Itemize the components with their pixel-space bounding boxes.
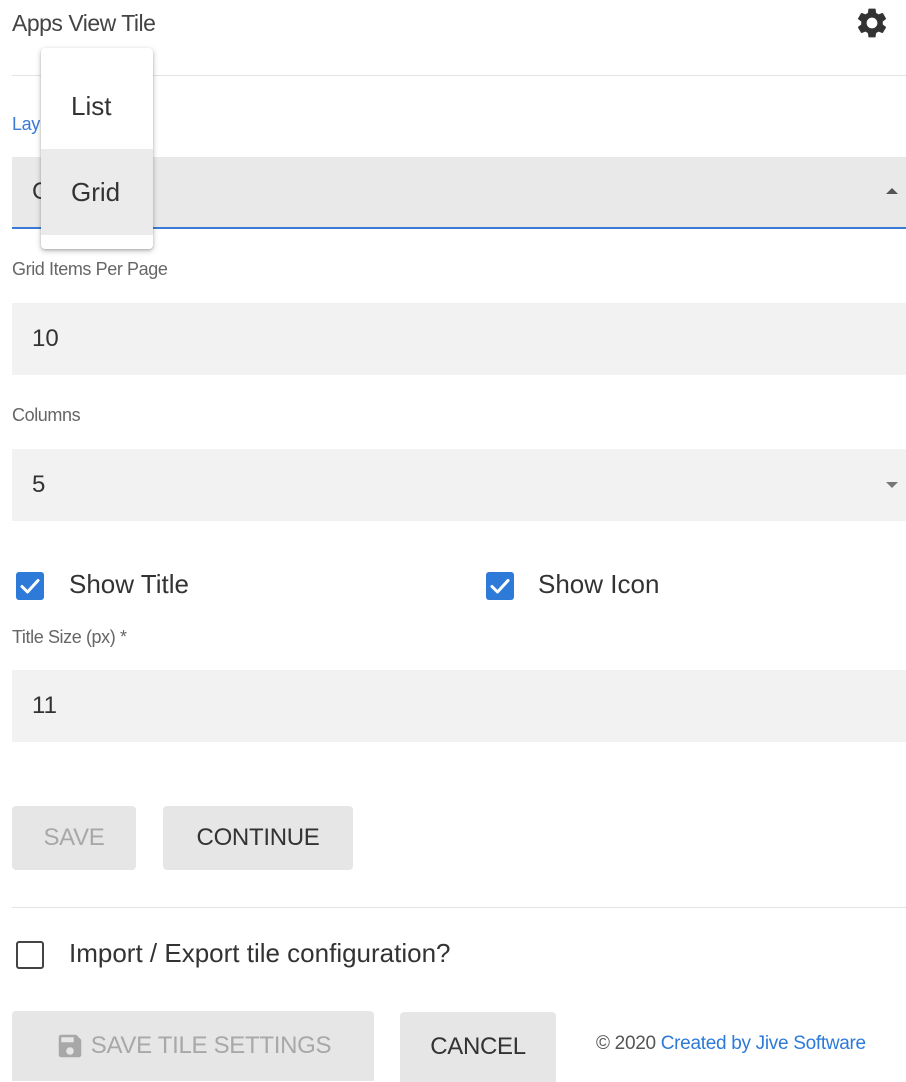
- layout-option-grid[interactable]: Grid: [41, 149, 153, 235]
- footer-credits: © 2020 Created by Jive Software: [596, 1033, 866, 1055]
- floppy-disk-icon: [58, 1034, 82, 1058]
- jive-software-link[interactable]: Created by Jive Software: [661, 1033, 866, 1054]
- check-icon: [490, 579, 510, 594]
- grid-items-value: 10: [32, 325, 59, 352]
- columns-label: Columns: [12, 405, 81, 425]
- save-tile-settings-button[interactable]: SAVE TILE SETTINGS: [12, 1011, 374, 1081]
- grid-items-label: Grid Items Per Page: [12, 259, 168, 279]
- page-title: Apps View Tile: [12, 10, 156, 36]
- save-tile-settings-label: SAVE TILE SETTINGS: [90, 1032, 332, 1059]
- continue-button[interactable]: CONTINUE: [163, 806, 353, 870]
- show-icon-checkbox[interactable]: [486, 572, 514, 600]
- show-icon-label[interactable]: Show Icon: [538, 569, 659, 600]
- copyright-text: © 2020: [596, 1033, 661, 1054]
- caret-down-icon: [886, 482, 898, 488]
- layout-label: Lay: [12, 114, 40, 134]
- grid-items-input[interactable]: 10: [12, 303, 906, 375]
- import-export-label[interactable]: Import / Export tile configuration?: [69, 938, 451, 969]
- title-size-input[interactable]: 11: [12, 670, 906, 742]
- import-export-checkbox[interactable]: [16, 941, 44, 969]
- cancel-button[interactable]: CANCEL: [400, 1012, 556, 1082]
- caret-up-icon: [886, 188, 898, 194]
- save-button[interactable]: SAVE: [12, 806, 136, 870]
- gear-icon[interactable]: [854, 5, 890, 41]
- show-title-checkbox[interactable]: [16, 572, 44, 600]
- columns-select[interactable]: 5: [12, 449, 906, 521]
- show-title-label[interactable]: Show Title: [69, 569, 189, 600]
- columns-value: 5: [32, 471, 46, 498]
- footer-divider: [12, 907, 906, 908]
- layout-option-list[interactable]: List: [41, 63, 153, 149]
- layout-dropdown-menu: List Grid: [41, 48, 153, 249]
- title-size-value: 11: [32, 692, 57, 719]
- check-icon: [20, 579, 40, 594]
- title-size-label: Title Size (px) *: [12, 627, 127, 647]
